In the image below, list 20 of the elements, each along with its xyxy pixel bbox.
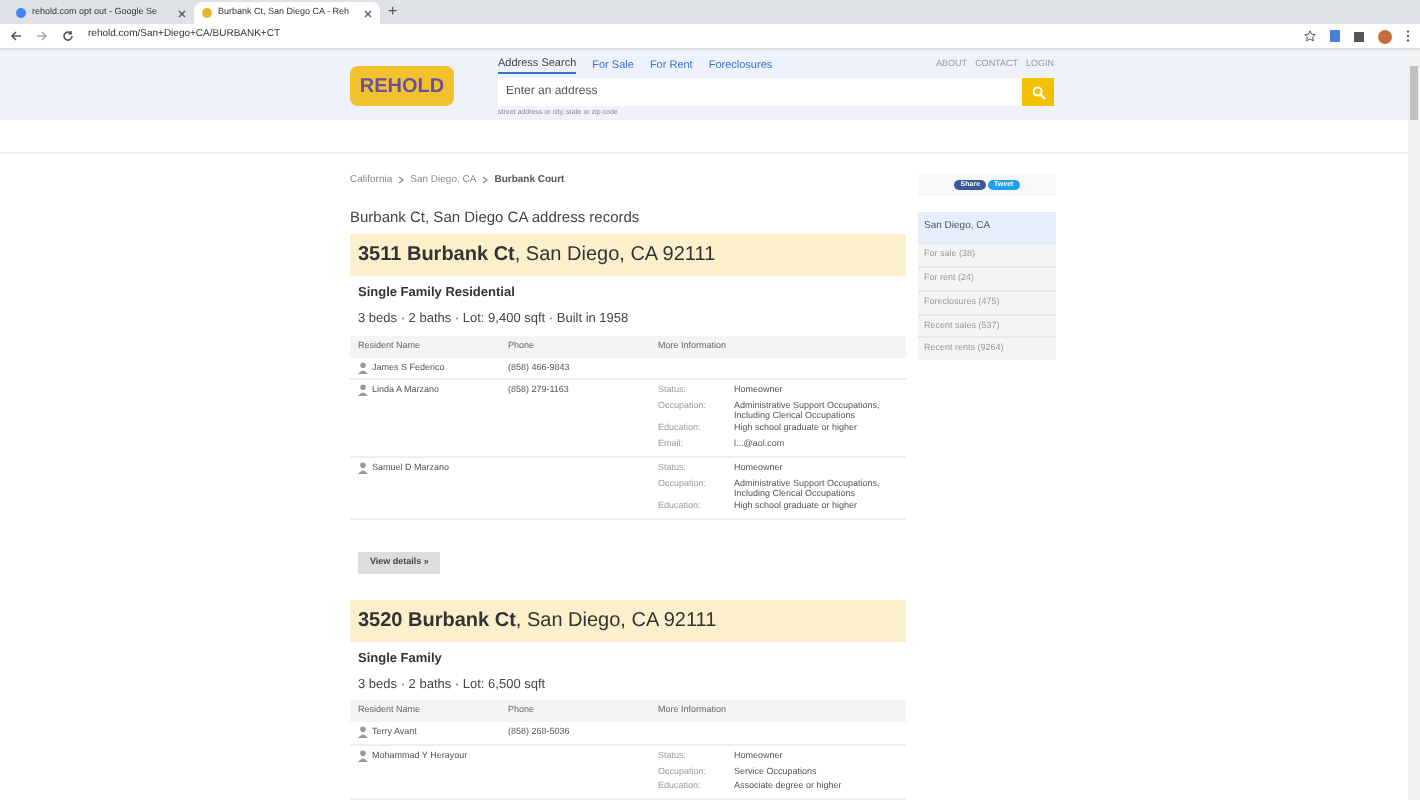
star-icon[interactable] (1304, 30, 1316, 42)
person-icon (358, 384, 368, 397)
search-icon (1031, 85, 1045, 100)
chevron-icon (482, 176, 489, 185)
person-icon (358, 461, 368, 474)
person-icon (358, 749, 368, 762)
person-icon (358, 361, 368, 374)
person-icon (358, 726, 368, 738)
address-heading: 3520 Burbank Ct, San Diego, CA 92111 (350, 599, 906, 642)
rehold-logo[interactable]: REHOLD (350, 66, 454, 106)
close-icon[interactable] (178, 9, 186, 17)
favicon-icon (202, 8, 212, 18)
chevron-icon (398, 176, 405, 185)
avatar-icon[interactable] (1378, 29, 1392, 43)
reload-icon[interactable] (62, 30, 74, 42)
back-icon[interactable] (10, 30, 22, 42)
favicon-icon (16, 8, 26, 18)
close-icon[interactable] (364, 9, 372, 17)
new-tab-button[interactable]: + (388, 0, 398, 24)
address-heading: 3511 Burbank Ct, San Diego, CA 92111 (350, 234, 906, 277)
